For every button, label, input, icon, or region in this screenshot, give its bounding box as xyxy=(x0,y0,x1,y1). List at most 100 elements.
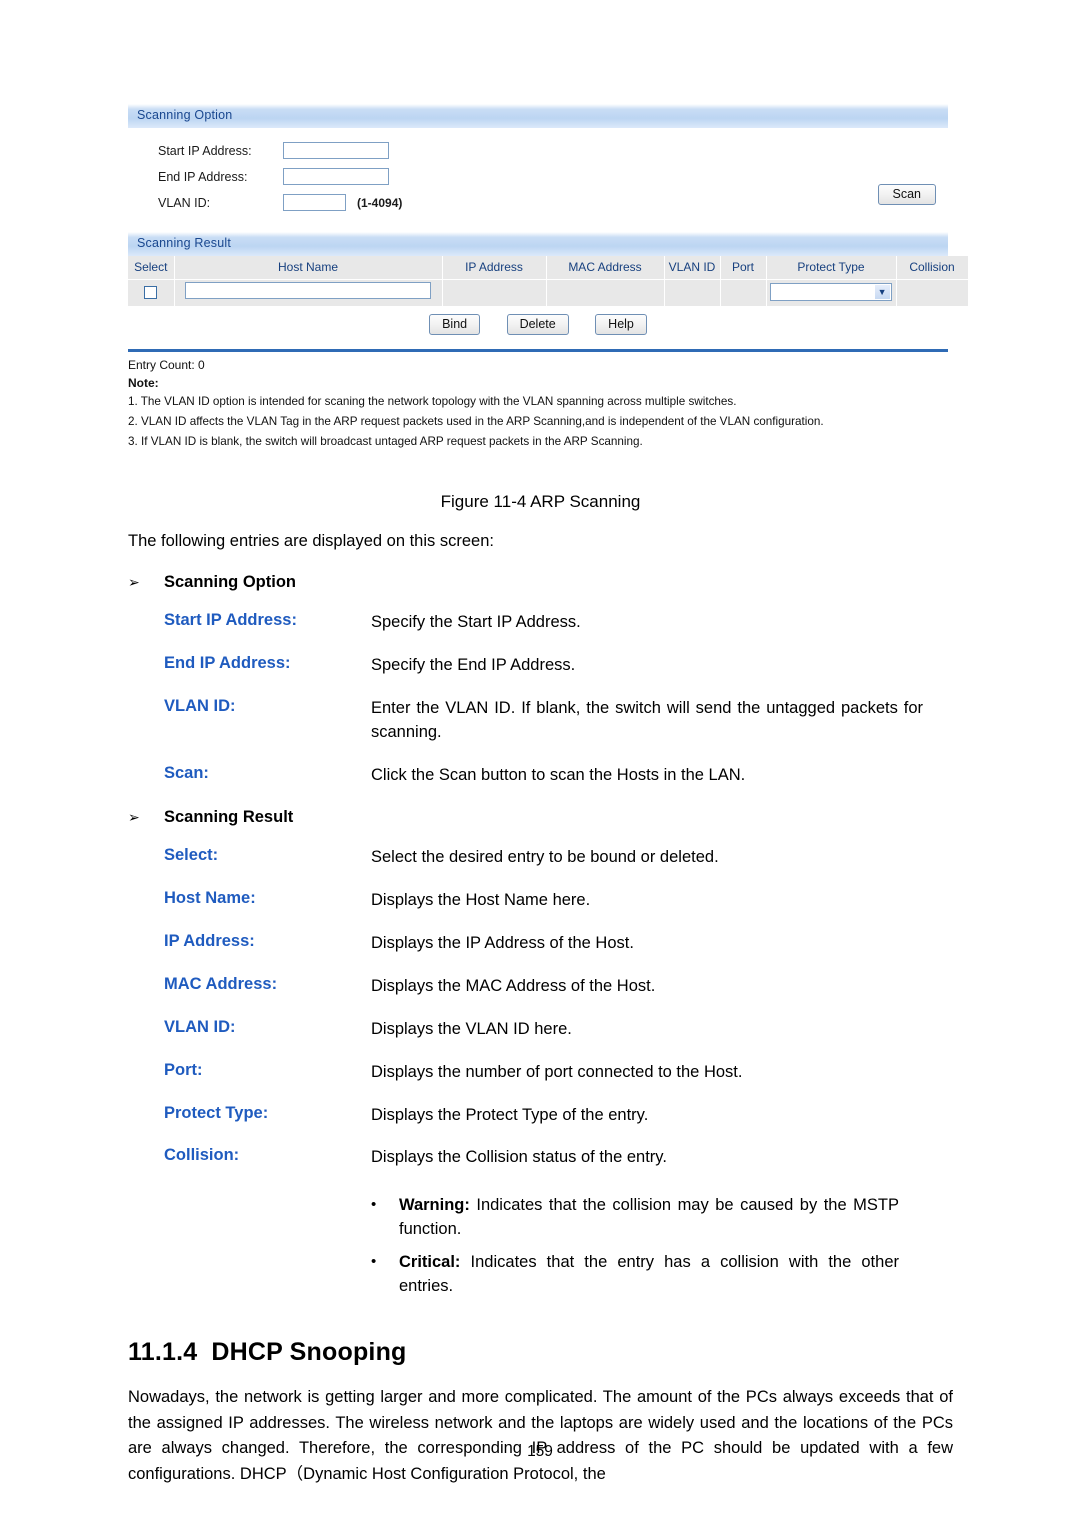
heading-number: 11.1.4 xyxy=(128,1338,198,1367)
cell-ip-address xyxy=(442,279,547,306)
term-mac-address: MAC Address: xyxy=(164,974,278,993)
list-item: • Critical: Indicates that the entry has… xyxy=(371,1251,953,1298)
term-vlan-id-result: VLAN ID: xyxy=(164,1017,236,1036)
figure-caption: Figure 11-4 ARP Scanning xyxy=(440,492,641,511)
collision-critical-text: Critical: Indicates that the entry has a… xyxy=(399,1251,899,1298)
term-end-ip-address: End IP Address: xyxy=(164,654,291,673)
term-port: Port: xyxy=(164,1060,203,1079)
definition-row: Select: Select the desired entry to be b… xyxy=(128,846,953,870)
end-ip-address-label: End IP Address: xyxy=(158,169,248,184)
col-header-mac-address: MAC Address xyxy=(546,255,665,280)
collision-warning-text: Warning: Indicates that the collision ma… xyxy=(399,1194,899,1241)
end-ip-address-input[interactable] xyxy=(283,168,389,186)
start-ip-address-input[interactable] xyxy=(283,142,389,160)
scanning-result-panel-title: Scanning Result xyxy=(128,231,948,256)
scanning-option-panel: Scanning Option Start IP Address: End IP… xyxy=(128,104,948,220)
help-button[interactable]: Help xyxy=(595,313,647,335)
cell-vlan-id xyxy=(664,279,721,306)
bullets-spacer xyxy=(128,1184,371,1298)
definition-row: VLAN ID: Enter the VLAN ID. If blank, th… xyxy=(128,697,953,745)
delete-button[interactable]: Delete xyxy=(506,313,569,335)
scanning-result-table: Select Host Name IP Address MAC Address … xyxy=(128,255,969,306)
desc-ip-address: Displays the IP Address of the Host. xyxy=(371,933,634,952)
collision-critical-body: Indicates that the entry has a collision… xyxy=(399,1253,899,1295)
collision-warning-lead: Warning: xyxy=(399,1196,470,1215)
definition-row: VLAN ID: Displays the VLAN ID here. xyxy=(128,1018,953,1042)
desc-host-name: Displays the Host Name here. xyxy=(371,890,591,909)
col-header-collision: Collision xyxy=(896,255,969,280)
cell-host-name xyxy=(174,279,443,306)
vlan-id-input[interactable] xyxy=(283,194,346,212)
desc-collision: Displays the Collision status of the ent… xyxy=(371,1148,667,1167)
collision-bullets: • Warning: Indicates that the collision … xyxy=(128,1184,953,1298)
start-ip-address-label: Start IP Address: xyxy=(158,143,252,158)
protect-type-select[interactable]: ▼ xyxy=(770,283,892,302)
desc-port: Displays the number of port connected to… xyxy=(371,1062,743,1081)
term-vlan-id: VLAN ID: xyxy=(164,697,236,716)
note-item-2: 2. VLAN ID affects the VLAN Tag in the A… xyxy=(128,414,824,428)
scan-button[interactable]: Scan xyxy=(877,183,936,206)
scanning-option-panel-title: Scanning Option xyxy=(128,104,948,128)
definition-row: Port: Displays the number of port connec… xyxy=(128,1061,953,1085)
note-item-3: 3. If VLAN ID is blank, the switch will … xyxy=(128,434,643,448)
term-host-name: Host Name: xyxy=(164,888,256,907)
col-header-select: Select xyxy=(128,255,175,280)
heading-title: DHCP Snooping xyxy=(211,1338,407,1367)
bullet-dot-icon: • xyxy=(371,1253,377,1271)
col-header-host-name: Host Name xyxy=(174,255,443,280)
definition-row: MAC Address: Displays the MAC Address of… xyxy=(128,975,953,999)
horizontal-rule xyxy=(128,348,948,352)
scanning-result-panel: Scanning Result Select Host Name IP Addr… xyxy=(128,231,969,345)
bullet-dot-icon: • xyxy=(371,1196,377,1214)
end-ip-address-row: End IP Address: xyxy=(158,164,948,190)
term-protect-type: Protect Type: xyxy=(164,1103,269,1122)
desc-vlan-id-result: Displays the VLAN ID here. xyxy=(371,1019,572,1038)
vlan-id-range-hint: (1-4094) xyxy=(357,195,403,210)
col-header-vlan-id: VLAN ID xyxy=(664,255,721,280)
note-label: Note: xyxy=(128,375,159,390)
vlan-id-row: VLAN ID: (1-4094) xyxy=(158,190,948,216)
arp-scanning-screenshot: Scanning Option Start IP Address: End IP… xyxy=(128,104,969,455)
intro-paragraph: The following entries are displayed on t… xyxy=(128,532,494,550)
page-number: 159 xyxy=(527,1443,553,1460)
col-header-ip-address: IP Address xyxy=(442,255,547,280)
term-ip-address: IP Address: xyxy=(164,931,255,950)
definition-row: IP Address: Displays the IP Address of t… xyxy=(128,932,953,956)
vlan-id-label: VLAN ID: xyxy=(158,195,211,210)
note-item-1: 1. The VLAN ID option is intended for sc… xyxy=(128,394,737,408)
col-header-port: Port xyxy=(720,255,767,280)
desc-end-ip-address: Specify the End IP Address. xyxy=(371,656,576,675)
section-title-scanning-option: Scanning Option xyxy=(164,573,296,592)
list-item: • Warning: Indicates that the collision … xyxy=(371,1194,953,1241)
table-header-row: Select Host Name IP Address MAC Address … xyxy=(128,255,969,280)
definition-row: Scan: Click the Scan button to scan the … xyxy=(128,764,953,788)
definition-row: Host Name: Displays the Host Name here. xyxy=(128,889,953,913)
chevron-down-icon: ▼ xyxy=(874,285,890,300)
arrow-bullet-icon: ➢ xyxy=(128,809,140,826)
definition-row: Collision: Displays the Collision status… xyxy=(128,1146,953,1170)
desc-mac-address: Displays the MAC Address of the Host. xyxy=(371,976,656,995)
desc-select: Select the desired entry to be bound or … xyxy=(371,848,719,867)
collision-critical-lead: Critical: xyxy=(399,1253,461,1272)
term-start-ip-address: Start IP Address: xyxy=(164,611,297,630)
start-ip-address-row: Start IP Address: xyxy=(158,138,948,164)
section-heading-scanning-result: ➢ Scanning Result xyxy=(128,808,953,827)
definition-row: Protect Type: Displays the Protect Type … xyxy=(128,1104,953,1128)
cell-protect-type: ▼ xyxy=(766,279,897,306)
select-checkbox[interactable] xyxy=(144,285,158,299)
term-scan: Scan: xyxy=(164,764,209,783)
bind-button[interactable]: Bind xyxy=(429,313,481,335)
table-row: ▼ xyxy=(128,279,969,306)
desc-protect-type: Displays the Protect Type of the entry. xyxy=(371,1105,649,1124)
arrow-bullet-icon: ➢ xyxy=(128,574,140,591)
cell-collision xyxy=(896,279,969,306)
definition-row: End IP Address: Specify the End IP Addre… xyxy=(128,654,953,678)
term-collision: Collision: xyxy=(164,1146,240,1165)
cell-mac-address xyxy=(546,279,665,306)
desc-vlan-id: Enter the VLAN ID. If blank, the switch … xyxy=(371,699,923,742)
action-button-row: Bind Delete Help xyxy=(128,305,948,345)
definition-row: Start IP Address: Specify the Start IP A… xyxy=(128,611,953,635)
host-name-input[interactable] xyxy=(185,281,431,299)
term-select: Select: xyxy=(164,846,219,865)
col-header-protect-type: Protect Type xyxy=(766,255,897,280)
